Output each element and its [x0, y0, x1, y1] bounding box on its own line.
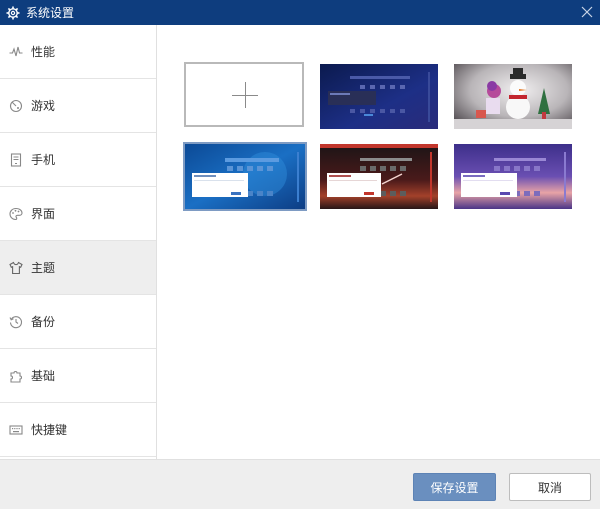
sidebar-item-label: 游戏: [31, 99, 56, 113]
footer-bar: 保存设置 取消: [0, 459, 600, 509]
sidebar: 性能 游戏 手机 界面 主题 备份 基础 快捷键: [0, 25, 157, 459]
sidebar-item-shortcuts[interactable]: 快捷键: [0, 403, 156, 457]
sidebar-item-basic[interactable]: 基础: [0, 349, 156, 403]
save-settings-button[interactable]: 保存设置: [413, 473, 496, 501]
sidebar-item-label: 界面: [31, 207, 56, 221]
theme-thumbnail-snowman[interactable]: [454, 64, 572, 129]
cancel-button[interactable]: 取消: [509, 473, 591, 501]
theme-thumbnail-blue[interactable]: [183, 142, 307, 211]
add-theme-tile[interactable]: [184, 62, 304, 127]
shirt-icon: [9, 261, 23, 275]
sidebar-item-label: 手机: [31, 153, 56, 167]
theme-thumbnail-purple-sunset[interactable]: [454, 144, 572, 209]
sidebar-item-phone[interactable]: 手机: [0, 133, 156, 187]
sidebar-item-label: 备份: [31, 315, 56, 329]
title-bar: 系统设置: [0, 0, 600, 25]
sidebar-item-label: 性能: [31, 45, 56, 59]
close-icon[interactable]: [578, 3, 596, 21]
theme-thumbnail-red-dark[interactable]: [320, 144, 438, 209]
sidebar-item-label: 快捷键: [31, 423, 68, 437]
sidebar-item-label: 主题: [31, 261, 56, 275]
palette-icon: [9, 207, 23, 221]
sidebar-item-performance[interactable]: 性能: [0, 25, 156, 79]
sidebar-item-interface[interactable]: 界面: [0, 187, 156, 241]
keyboard-icon: [9, 423, 23, 437]
theme-panel: [158, 25, 600, 459]
theme-thumbnail-dark-blue[interactable]: [320, 64, 438, 129]
sidebar-item-themes[interactable]: 主题: [0, 241, 156, 295]
puzzle-icon: [9, 369, 23, 383]
history-icon: [9, 315, 23, 329]
game-icon: [9, 99, 23, 113]
phone-icon: [9, 152, 23, 167]
pulse-icon: [9, 45, 23, 59]
gear-icon: [6, 6, 20, 20]
sidebar-item-backup[interactable]: 备份: [0, 295, 156, 349]
sidebar-item-games[interactable]: 游戏: [0, 79, 156, 133]
sidebar-item-label: 基础: [31, 369, 56, 383]
window-title: 系统设置: [26, 6, 75, 20]
